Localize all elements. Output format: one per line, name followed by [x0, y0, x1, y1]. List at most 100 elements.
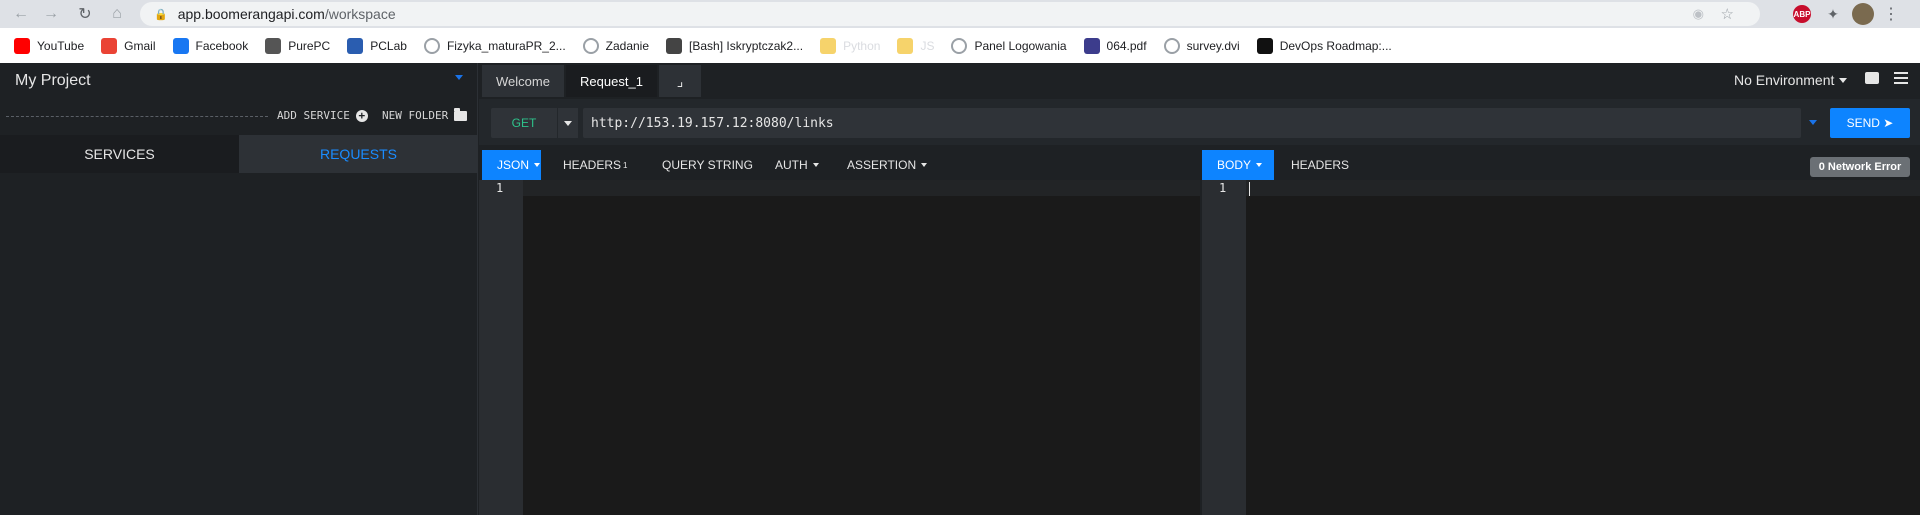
bookmark-item[interactable]: Zadanie	[582, 37, 650, 54]
bookmark-label: PCLab	[370, 38, 407, 53]
bookmark-item[interactable]: survey.dvi	[1163, 37, 1240, 54]
response-editor[interactable]	[1246, 180, 1920, 515]
lock-icon: 🔒	[154, 8, 168, 21]
globe-icon	[423, 37, 440, 54]
tab-query-string[interactable]: QUERY STRING	[647, 150, 768, 180]
headers-count-badge: 1	[623, 160, 628, 170]
bookmark-item[interactable]: 064.pdf	[1083, 37, 1147, 54]
plus-circle-icon: +	[355, 109, 368, 122]
tab-headers[interactable]: HEADERS 1	[548, 150, 642, 180]
url-input[interactable]: http://153.19.157.12:8080/links	[583, 108, 1801, 138]
tab-auth-label: AUTH	[775, 158, 808, 172]
bookmark-item[interactable]: JS	[897, 37, 935, 54]
tab-headers-label: HEADERS	[563, 158, 622, 172]
new-tab-icon: ⌟	[676, 72, 684, 89]
add-service-button[interactable]: ADD SERVICE +	[277, 109, 368, 122]
avatar[interactable]	[1852, 3, 1874, 25]
star-icon[interactable]: ☆	[1721, 5, 1734, 23]
tab-assertion-label: ASSERTION	[847, 158, 917, 172]
status-badge: 0 Network Error	[1810, 157, 1910, 177]
bookmark-label: PurePC	[288, 38, 331, 53]
project-title[interactable]: My Project	[15, 72, 91, 90]
bookmark-label: Python	[843, 38, 881, 53]
bookmark-label: Facebook	[195, 38, 249, 53]
bookmark-item[interactable]: Panel Logowania	[951, 37, 1067, 54]
main-area: Welcome Request_1 ⌟ No Environment GET h…	[479, 63, 1920, 515]
bookmark-label: Panel Logowania	[974, 38, 1067, 53]
environment-label: No Environment	[1734, 72, 1835, 88]
sidebar: My Project ADD SERVICE + NEW FOLDER SERV…	[0, 63, 478, 515]
reload-icon[interactable]: ↻	[72, 1, 98, 27]
chevron-down-icon	[564, 120, 572, 126]
send-button[interactable]: SEND ➤	[1830, 108, 1910, 138]
bookmark-label: Gmail	[124, 38, 156, 53]
purepc-icon	[265, 37, 282, 54]
tab-request-1[interactable]: Request_1	[566, 65, 657, 97]
line-number: 1	[496, 181, 504, 195]
divider	[6, 116, 268, 117]
tab-welcome[interactable]: Welcome	[482, 65, 564, 97]
extensions-icon[interactable]: ✦	[1822, 3, 1844, 25]
adblock-plus-icon[interactable]: ABP	[1793, 5, 1811, 23]
bookmark-item[interactable]: Python	[820, 37, 881, 54]
gmail-icon	[101, 37, 118, 54]
chevron-down-icon	[812, 163, 819, 167]
folder-icon	[897, 37, 914, 54]
line-number: 1	[1219, 181, 1227, 195]
globe-icon	[582, 37, 599, 54]
bookmark-item[interactable]: [Bash] Iskryptczak2...	[666, 37, 803, 54]
bookmark-label: YouTube	[37, 38, 85, 53]
new-tab-button[interactable]: ⌟	[659, 65, 701, 97]
method-select[interactable]: GET	[491, 108, 557, 138]
project-caret-icon[interactable]	[455, 75, 463, 80]
more-options-icon[interactable]: ⋮	[1880, 3, 1902, 25]
tab-assertion[interactable]: ASSERTION	[832, 150, 942, 180]
youtube-icon	[14, 37, 30, 54]
bookmark-label: Zadanie	[605, 38, 650, 53]
new-folder-button[interactable]: NEW FOLDER	[382, 107, 468, 122]
environment-selector[interactable]: No Environment	[1734, 72, 1848, 88]
forward-icon[interactable]: →	[38, 1, 64, 27]
request-panel-tabs: JSON HEADERS 1 QUERY STRING AUTH ASSERTIO…	[479, 150, 1200, 180]
bookmark-item[interactable]: Facebook	[172, 37, 249, 54]
request-bar: GET http://153.19.157.12:8080/links SEND…	[479, 99, 1920, 145]
request-editor[interactable]	[523, 180, 1200, 515]
chevron-down-icon	[1256, 163, 1263, 167]
bookmark-label: JS	[920, 38, 935, 53]
request-panel: JSON HEADERS 1 QUERY STRING AUTH ASSERTIO…	[479, 150, 1200, 515]
tab-response-headers[interactable]: HEADERS	[1276, 150, 1364, 180]
chevron-down-icon	[921, 163, 928, 167]
home-icon[interactable]: ⌂	[104, 1, 130, 27]
bookmark-item[interactable]: DevOps Roadmap:...	[1256, 37, 1392, 54]
new-folder-label: NEW FOLDER	[382, 109, 449, 122]
bookmark-item[interactable]: YouTube	[14, 37, 85, 54]
tab-services[interactable]: SERVICES	[0, 135, 239, 173]
line-gutter	[479, 180, 523, 515]
menu-icon[interactable]	[1894, 72, 1908, 84]
response-panel: BODY HEADERS 1	[1202, 150, 1920, 515]
tab-json[interactable]: JSON	[482, 150, 541, 180]
bookmarks-bar: YouTube Gmail Facebook PurePC PCLab Fizyka_ma…	[0, 28, 1920, 63]
roadmap-icon	[1256, 37, 1273, 54]
facebook-icon	[172, 37, 189, 54]
bookmark-item[interactable]: Gmail	[101, 37, 156, 54]
pdf-icon	[1083, 37, 1100, 54]
pclab-icon	[347, 37, 364, 54]
bookmark-label: survey.dvi	[1186, 38, 1240, 53]
address-bar[interactable]: 🔒 app.boomerangapi.com/workspace ◉ ☆	[140, 2, 1760, 26]
bookmark-item[interactable]: PCLab	[347, 37, 407, 54]
lens-icon[interactable]: ◉	[1693, 6, 1704, 22]
tab-requests[interactable]: REQUESTS	[239, 135, 478, 173]
bookmark-item[interactable]: Fizyka_maturaPR_2...	[423, 37, 566, 54]
chat-icon[interactable]	[1865, 72, 1879, 84]
back-icon[interactable]: ←	[8, 1, 34, 27]
tab-body[interactable]: BODY	[1202, 150, 1274, 180]
bookmark-label: 064.pdf	[1106, 38, 1147, 53]
bookmark-label: DevOps Roadmap:...	[1279, 38, 1392, 53]
bookmark-label: Fizyka_maturaPR_2...	[446, 38, 566, 53]
tab-auth[interactable]: AUTH	[760, 150, 834, 180]
browser-toolbar: ← → ↻ ⌂ 🔒 app.boomerangapi.com/workspace…	[0, 0, 1920, 28]
method-dropdown[interactable]	[558, 108, 578, 138]
bookmark-item[interactable]: PurePC	[265, 37, 331, 54]
url-history-icon[interactable]	[1809, 120, 1817, 125]
